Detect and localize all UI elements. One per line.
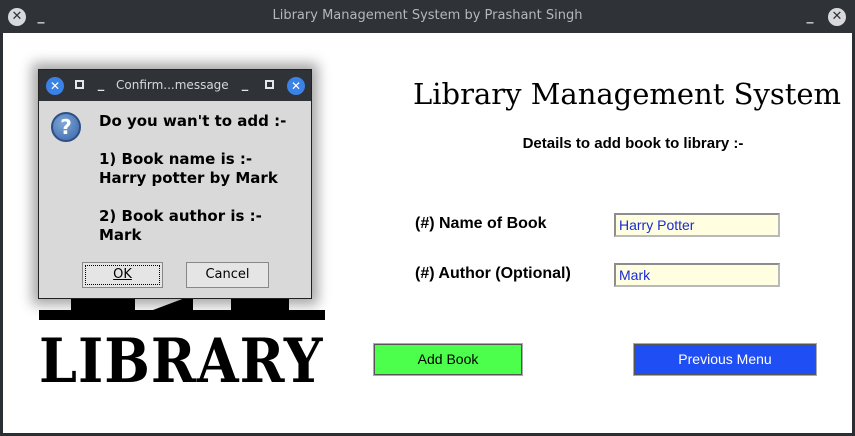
cancel-button[interactable]: Cancel bbox=[186, 262, 269, 288]
library-logo: LIBRARY bbox=[39, 325, 324, 397]
page-title: Library Management System bbox=[413, 77, 842, 111]
ok-button[interactable]: OK bbox=[82, 262, 163, 288]
question-icon: ? bbox=[51, 112, 81, 142]
page-subtitle: Details to add book to library :- bbox=[522, 135, 744, 152]
dialog-titlebar: ✕ _ Confirm...message _ ✕ bbox=[39, 70, 311, 101]
dialog-minimize-icon-right[interactable]: _ bbox=[239, 77, 251, 92]
author-input[interactable]: Mark bbox=[614, 263, 780, 287]
ok-button-label: OK bbox=[113, 267, 132, 282]
confirm-dialog: ✕ _ Confirm...message _ ✕ ? Do you wan't… bbox=[38, 69, 312, 299]
previous-menu-button[interactable]: Previous Menu bbox=[633, 343, 817, 376]
logo-shelf bbox=[39, 310, 325, 320]
dialog-maximize-icon-right[interactable] bbox=[265, 80, 274, 89]
cancel-button-label: Cancel bbox=[205, 267, 250, 282]
window-titlebar: ✕ _ Library Management System by Prashan… bbox=[0, 0, 855, 33]
window-title: Library Management System by Prashant Si… bbox=[272, 8, 583, 23]
book-name-label: (#) Name of Book bbox=[415, 215, 547, 232]
add-book-button[interactable]: Add Book bbox=[373, 343, 523, 376]
dialog-close-icon-right[interactable]: ✕ bbox=[287, 77, 305, 95]
dialog-title: Confirm...message bbox=[116, 78, 229, 92]
author-label: (#) Author (Optional) bbox=[415, 265, 571, 282]
dialog-close-icon[interactable]: ✕ bbox=[46, 77, 64, 95]
dialog-message: Do you wan't to add :- 1) Book name is :… bbox=[99, 112, 287, 244]
dialog-maximize-icon[interactable] bbox=[75, 80, 84, 89]
window-minimize-icon-right[interactable]: _ bbox=[803, 8, 817, 26]
window-close-icon-right[interactable]: ✕ bbox=[828, 8, 846, 26]
dialog-minimize-icon[interactable]: _ bbox=[95, 77, 107, 92]
book-name-input[interactable]: Harry Potter bbox=[614, 213, 780, 237]
